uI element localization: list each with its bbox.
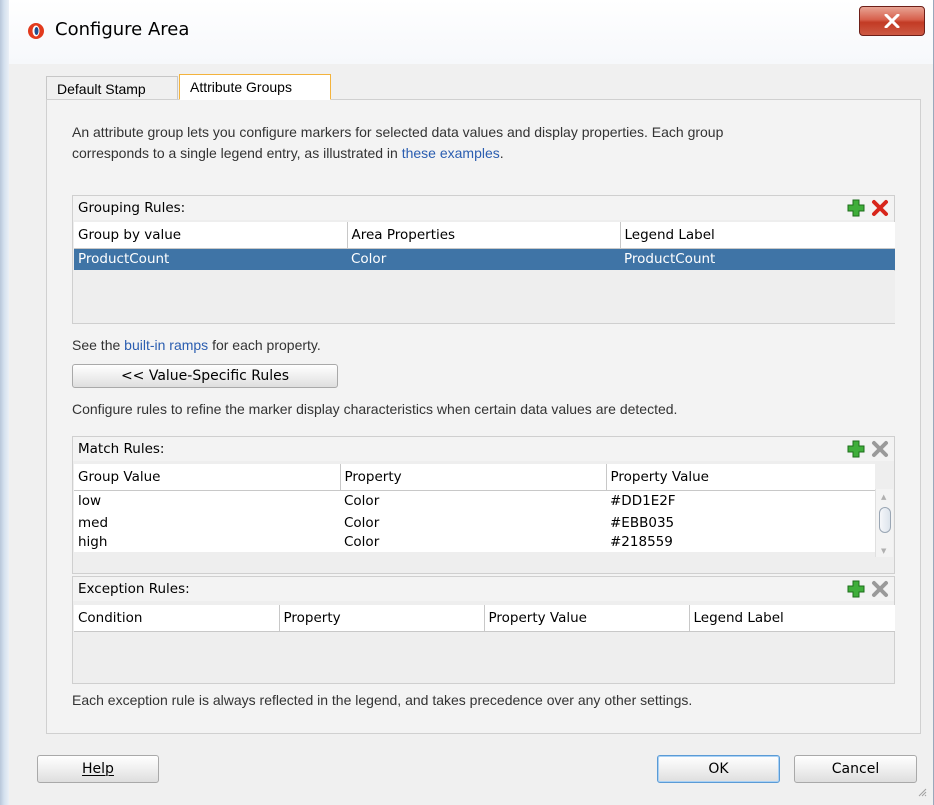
table-cell[interactable]: Color [347, 248, 620, 270]
column-header[interactable]: Property Value [484, 605, 690, 632]
resize-grip-icon[interactable] [917, 787, 927, 797]
grouping-rules-empty-area [74, 271, 895, 323]
table-header-row: Group by value Area Properties Legend La… [74, 222, 895, 249]
column-header[interactable]: Legend Label [689, 605, 895, 632]
built-in-ramps-link[interactable]: built-in ramps [124, 337, 208, 353]
table-row[interactable]: high Color #218559 [74, 534, 875, 552]
ramps-note-text: See the [72, 337, 125, 353]
table-cell[interactable]: Color [340, 490, 606, 512]
table-row[interactable]: ProductCount Color ProductCount [74, 248, 895, 270]
delete-grouping-rule-button[interactable] [870, 198, 890, 218]
table-cell[interactable]: #EBB035 [606, 512, 875, 534]
table-header-row: Group Value Property Property Value [74, 464, 875, 491]
help-button[interactable]: Help [37, 755, 159, 783]
close-button[interactable] [859, 6, 925, 36]
ok-button[interactable]: OK [657, 755, 780, 783]
match-rules-title: Match Rules: [73, 437, 894, 461]
column-header[interactable]: Property [279, 605, 485, 632]
refine-note: Configure rules to refine the marker dis… [72, 401, 678, 417]
table-cell[interactable]: ProductCount [620, 248, 895, 270]
exception-rules-title: Exception Rules: [73, 577, 894, 601]
table-cell[interactable]: ProductCount [74, 248, 347, 270]
match-rules-group: Match Rules: Group Value Property Proper… [72, 436, 895, 574]
intro-period: . [499, 145, 504, 161]
title-bar: Configure Area [9, 0, 933, 64]
window-left-edge [0, 0, 9, 805]
grouping-rules-title: Grouping Rules: [73, 196, 894, 220]
tab-attribute-groups[interactable]: Attribute Groups [179, 74, 331, 100]
table-cell[interactable]: med [74, 512, 340, 534]
close-icon [884, 14, 900, 28]
column-header[interactable]: Property Value [606, 464, 875, 491]
plus-icon [847, 580, 865, 598]
delete-match-rule-button[interactable] [870, 439, 890, 459]
table-cell[interactable]: low [74, 490, 340, 512]
plus-icon [847, 440, 865, 458]
match-rules-scrollbar[interactable]: ▲ ▼ [875, 489, 893, 557]
exception-rules-group: Exception Rules: Condition Property Prop… [72, 576, 895, 684]
oracle-logo-icon [27, 22, 45, 40]
table-row[interactable]: med Color #EBB035 [74, 512, 875, 534]
table-cell[interactable]: high [74, 534, 340, 552]
scroll-down-icon[interactable]: ▼ [881, 547, 886, 555]
grouping-rules-table: Group by value Area Properties Legend La… [74, 222, 895, 270]
delete-exception-rule-button[interactable] [870, 579, 890, 599]
value-specific-rules-button[interactable]: << Value-Specific Rules [72, 364, 338, 388]
table-cell[interactable]: Color [340, 512, 606, 534]
column-header[interactable]: Area Properties [347, 222, 621, 249]
delete-x-icon [872, 200, 888, 216]
ramps-note: See the built-in ramps for each property… [72, 337, 321, 353]
table-row[interactable]: low Color #DD1E2F [74, 490, 875, 512]
add-match-rule-button[interactable] [846, 439, 866, 459]
ramps-note-suffix: for each property. [208, 337, 321, 353]
dialog-footer: Help OK Cancel [9, 743, 933, 805]
dialog-title: Configure Area [55, 19, 190, 40]
intro-line-2: corresponds to a single legend entry, as… [72, 145, 504, 161]
intro-line-1: An attribute group lets you configure ma… [72, 124, 724, 140]
match-rules-table: Group Value Property Property Value low … [74, 464, 875, 552]
column-header[interactable]: Group by value [74, 222, 348, 249]
grouping-rules-group: Grouping Rules: Group by value Area Prop… [72, 195, 895, 324]
delete-x-icon [872, 581, 888, 597]
exception-rules-actions [846, 579, 890, 599]
delete-x-icon [872, 441, 888, 457]
exception-rules-table: Condition Property Property Value Legend… [74, 605, 895, 632]
scroll-thumb[interactable] [879, 507, 891, 533]
plus-icon [847, 199, 865, 217]
intro-text: corresponds to a single legend entry, as… [72, 145, 402, 161]
table-cell[interactable]: #DD1E2F [606, 490, 875, 512]
attribute-groups-panel: An attribute group lets you configure ma… [46, 99, 921, 734]
table-cell[interactable]: Color [340, 534, 606, 552]
add-grouping-rule-button[interactable] [846, 198, 866, 218]
column-header[interactable]: Condition [74, 605, 280, 632]
these-examples-link[interactable]: these examples [402, 145, 500, 161]
match-rules-actions [846, 439, 890, 459]
add-exception-rule-button[interactable] [846, 579, 866, 599]
table-header-row: Condition Property Property Value Legend… [74, 605, 895, 632]
grouping-rules-actions [846, 198, 890, 218]
tab-default-stamp[interactable]: Default Stamp [46, 76, 178, 100]
configure-area-dialog: Configure Area Default Stamp Attribute G… [9, 0, 934, 805]
column-header[interactable]: Property [340, 464, 607, 491]
column-header[interactable]: Legend Label [620, 222, 895, 249]
table-cell[interactable]: #218559 [606, 534, 875, 552]
column-header[interactable]: Group Value [74, 464, 341, 491]
scroll-up-icon[interactable]: ▲ [881, 493, 886, 501]
cancel-button[interactable]: Cancel [794, 755, 917, 783]
help-label: Help [82, 761, 114, 777]
exception-note: Each exception rule is always reflected … [72, 692, 693, 708]
